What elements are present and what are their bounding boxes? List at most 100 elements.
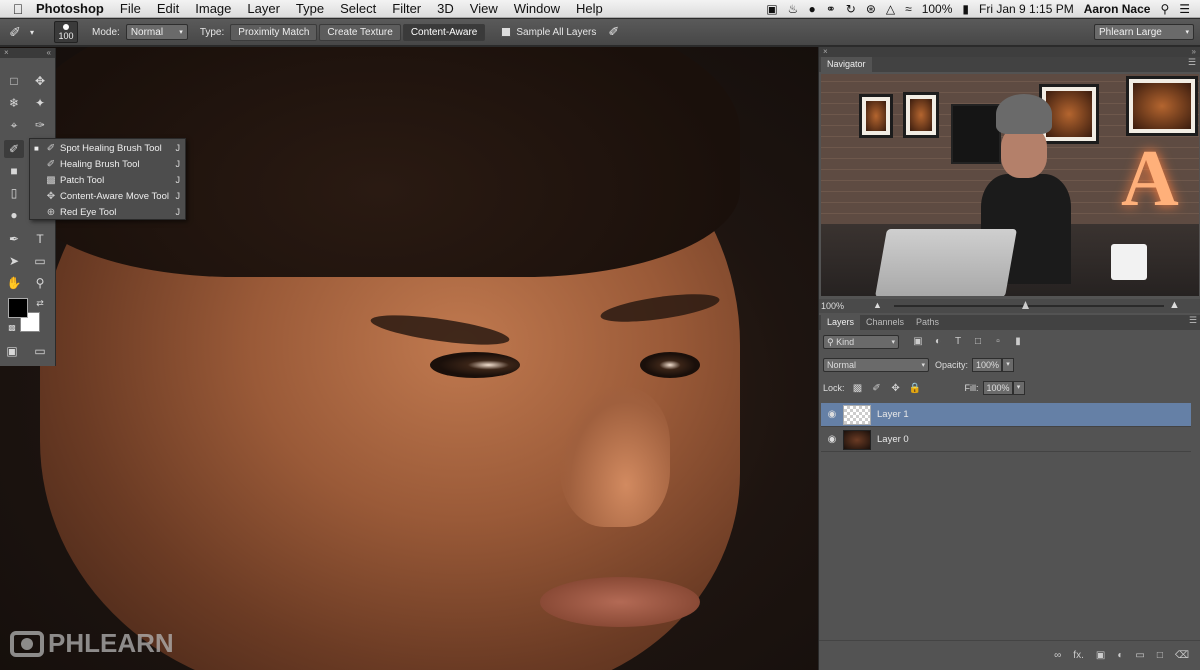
link-layers-icon[interactable]: ∞ <box>1054 650 1061 661</box>
pen-tool-icon[interactable]: ✒ <box>4 230 24 248</box>
workspace-select[interactable]: Phlearn Large ▾ <box>1094 24 1194 40</box>
creative-cloud-icon[interactable]: ⚭ <box>826 2 836 16</box>
battery-icon[interactable]: ▮ <box>962 2 969 16</box>
tab-channels[interactable]: Channels <box>860 315 910 330</box>
eyedropper-tool-icon[interactable]: ✑ <box>30 116 50 134</box>
notification-bell-icon[interactable]: ♨ <box>788 2 799 16</box>
layer-name[interactable]: Layer 1 <box>877 409 909 420</box>
filter-pixel-icon[interactable]: ▣ <box>911 336 925 348</box>
flyout-item-patch[interactable]: ▩ Patch Tool J <box>30 172 185 188</box>
layer-name[interactable]: Layer 0 <box>877 434 909 445</box>
type-tool-icon[interactable]: T <box>30 230 50 248</box>
filter-toggle-icon[interactable]: ▮ <box>1011 336 1025 348</box>
fill-slider-toggle[interactable]: ▾ <box>1012 381 1025 395</box>
hand-tool-icon[interactable]: ✋ <box>4 274 24 292</box>
notification-center-icon[interactable]: ☰ <box>1179 2 1190 16</box>
foreground-color-swatch[interactable] <box>8 298 28 318</box>
opacity-slider-toggle[interactable]: ▾ <box>1002 358 1015 372</box>
zoom-out-icon[interactable]: ▲ <box>873 300 882 310</box>
bluetooth-icon[interactable]: ⊛ <box>866 2 876 16</box>
spot-healing-brush-preset-icon[interactable]: ✐ <box>0 24 30 41</box>
filter-adjustment-icon[interactable]: ◐ <box>931 336 945 348</box>
tools-panel-header[interactable]: × « <box>0 48 55 58</box>
menu-edit[interactable]: Edit <box>157 1 179 16</box>
lock-all-icon[interactable]: 🔒 <box>909 383 921 394</box>
zoom-tool-icon[interactable]: ⚲ <box>30 274 50 292</box>
menu-select[interactable]: Select <box>340 1 376 16</box>
filter-shape-icon[interactable]: □ <box>971 336 985 348</box>
blend-mode-select[interactable]: Normal ▾ <box>823 358 929 372</box>
navigator-preview[interactable]: A <box>821 74 1199 296</box>
visibility-eye-icon[interactable]: ◉ <box>821 434 843 445</box>
menu-layer[interactable]: Layer <box>247 1 280 16</box>
flyout-item-spot-healing-brush[interactable]: ■ ✐ Spot Healing Brush Tool J <box>30 140 185 156</box>
menu-image[interactable]: Image <box>195 1 231 16</box>
sample-all-layers-checkbox[interactable] <box>501 27 512 37</box>
filter-kind-select[interactable]: ⚲ Kind ▾ <box>823 335 899 349</box>
sync-icon[interactable]: ↻ <box>846 2 856 16</box>
clock[interactable]: Fri Jan 9 1:15 PM <box>979 2 1074 16</box>
flyout-item-red-eye[interactable]: ⊕ Red Eye Tool J <box>30 204 185 220</box>
quick-mask-icon[interactable]: ▣ <box>2 342 22 360</box>
evernote-icon[interactable]: ● <box>808 2 815 16</box>
pressure-size-icon[interactable]: ✐ <box>608 24 619 40</box>
rectangular-marquee-tool-icon[interactable]: □ <box>4 72 24 90</box>
lasso-tool-icon[interactable]: ❄ <box>4 94 24 112</box>
type-content-aware[interactable]: Content-Aware <box>402 23 486 41</box>
menu-file[interactable]: File <box>120 1 141 16</box>
new-layer-icon[interactable]: □ <box>1157 650 1163 661</box>
menu-window[interactable]: Window <box>514 1 560 16</box>
screen-mode-icon[interactable]: ▭ <box>30 342 50 360</box>
airplay-icon[interactable]: △ <box>886 2 895 16</box>
tab-navigator[interactable]: Navigator <box>821 57 872 72</box>
type-proximity-match[interactable]: Proximity Match <box>230 23 318 41</box>
zoom-in-icon[interactable]: ▲ <box>1169 299 1180 311</box>
layer-row-layer-1[interactable]: ◉ Layer 1 <box>821 403 1191 427</box>
filter-smart-object-icon[interactable]: ▫ <box>991 336 1005 348</box>
preset-dropdown-arrow-icon[interactable]: ▾ <box>30 28 34 37</box>
flyout-item-content-aware-move[interactable]: ✥ Content-Aware Move Tool J <box>30 188 185 204</box>
panel-menu-icon[interactable]: ☰ <box>1188 57 1196 68</box>
new-group-icon[interactable]: ▭ <box>1135 650 1144 661</box>
mode-select[interactable]: Normal ▾ <box>125 24 188 40</box>
delete-layer-icon[interactable]: ⌫ <box>1175 650 1189 661</box>
eraser-tool-icon[interactable]: ▯ <box>4 184 24 202</box>
move-tool-icon[interactable]: ✥ <box>30 72 50 90</box>
swap-colors-icon[interactable]: ⇄ <box>30 294 50 312</box>
lock-transparent-icon[interactable]: ▩ <box>852 383 864 394</box>
camera-icon[interactable]: ▣ <box>766 2 777 16</box>
user-menu[interactable]: Aaron Nace <box>1084 2 1151 16</box>
path-selection-tool-icon[interactable]: ➤ <box>4 252 24 270</box>
blur-tool-icon[interactable]: ● <box>4 206 24 224</box>
flyout-item-healing-brush[interactable]: ✐ Healing Brush Tool J <box>30 156 185 172</box>
visibility-eye-icon[interactable]: ◉ <box>821 409 843 420</box>
menu-3d[interactable]: 3D <box>437 1 454 16</box>
tab-layers[interactable]: Layers <box>821 315 861 330</box>
lock-image-icon[interactable]: ✐ <box>871 383 883 394</box>
menu-type[interactable]: Type <box>296 1 324 16</box>
rectangle-tool-icon[interactable]: ▭ <box>30 252 50 270</box>
spot-healing-brush-tool-icon[interactable]: ✐ <box>4 140 24 158</box>
clone-stamp-tool-icon[interactable]: ■ <box>4 162 24 180</box>
fill-input[interactable]: 100% <box>982 381 1013 395</box>
panel-menu-icon[interactable]: ☰ <box>1189 315 1197 326</box>
add-mask-icon[interactable]: ▣ <box>1096 650 1105 661</box>
layer-row-layer-0[interactable]: ◉ Layer 0 <box>821 428 1191 452</box>
crop-tool-icon[interactable]: ⌖ <box>4 116 24 134</box>
layer-style-fx-icon[interactable]: fx. <box>1073 650 1084 661</box>
menu-help[interactable]: Help <box>576 1 603 16</box>
menu-view[interactable]: View <box>470 1 498 16</box>
filter-type-icon[interactable]: T <box>951 336 965 348</box>
opacity-input[interactable]: 100% <box>972 358 1003 372</box>
type-create-texture[interactable]: Create Texture <box>319 23 401 41</box>
brush-size-picker[interactable]: 100 <box>54 21 79 43</box>
tab-paths[interactable]: Paths <box>910 315 945 330</box>
menu-filter[interactable]: Filter <box>392 1 421 16</box>
spotlight-search-icon[interactable]: ⚲ <box>1160 2 1169 16</box>
wifi-icon[interactable]: ≈ <box>905 2 912 16</box>
navigator-dock-header[interactable]: ×» <box>819 47 1200 57</box>
magic-wand-tool-icon[interactable]: ✦ <box>30 94 50 112</box>
lock-position-icon[interactable]: ✥ <box>890 383 902 394</box>
navigator-zoom-value[interactable]: 100% <box>821 301 844 311</box>
apple-menu-icon[interactable]:  <box>0 1 36 17</box>
